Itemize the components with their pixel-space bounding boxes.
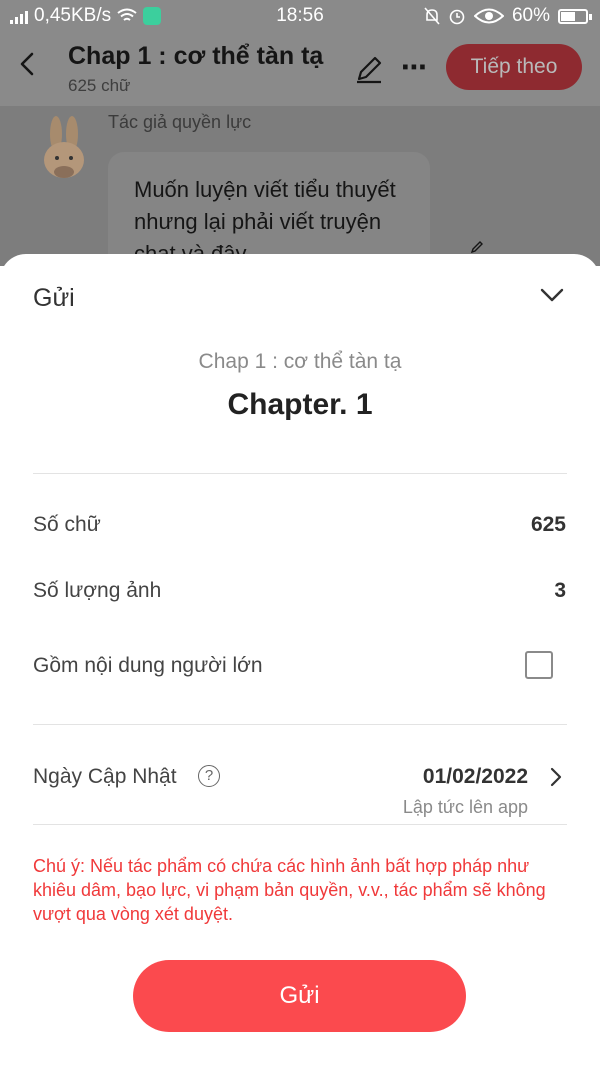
battery-percent: 60% <box>511 5 550 26</box>
eye-icon <box>473 8 504 24</box>
next-button[interactable]: Tiếp theo <box>446 44 582 90</box>
chevron-right-icon[interactable] <box>547 766 565 788</box>
submit-button[interactable]: Gửi <box>133 960 466 1032</box>
update-date-label: Ngày Cập Nhật <box>33 765 177 788</box>
status-bar: 0,45KB/s 18:56 60% <box>0 0 600 32</box>
divider <box>33 473 567 474</box>
help-icon[interactable]: ? <box>198 765 220 787</box>
author-avatar <box>44 116 84 178</box>
chapter-name: Chapter. 1 <box>227 388 373 421</box>
alarm-icon <box>449 9 465 25</box>
word-count-value: 625 <box>530 513 566 536</box>
chapter-title: Chap 1 : cơ thể tàn tạ <box>68 42 324 70</box>
author-name: Tác giả quyền lực <box>108 112 252 132</box>
image-count-value: 3 <box>554 579 566 602</box>
more-options-icon[interactable]: ⋯ <box>401 52 428 83</box>
edit-pencil-icon[interactable] <box>354 54 384 84</box>
battery-icon <box>558 8 592 24</box>
chevron-down-icon[interactable] <box>539 282 565 308</box>
chat-background: Tác giả quyền lực Muốn luyện viết tiểu t… <box>0 106 600 282</box>
submit-sheet: Gửi Chap 1 : cơ thể tàn tạ Chapter. 1 Số… <box>0 254 600 1067</box>
image-count-label: Số lượng ảnh <box>33 579 162 602</box>
mute-bell-icon <box>424 7 440 25</box>
word-count-label: 625 chữ <box>68 76 131 95</box>
adult-content-label: Gồm nội dung người lớn <box>33 654 263 677</box>
app-bar: Chap 1 : cơ thể tàn tạ 625 chữ ⋯ Tiếp th… <box>0 32 600 106</box>
warning-text: Chú ý: Nếu tác phẩm có chứa các hình ảnh… <box>33 856 546 924</box>
adult-content-checkbox[interactable] <box>525 651 553 679</box>
divider <box>33 724 567 725</box>
divider <box>33 824 567 825</box>
back-arrow-icon[interactable] <box>14 50 42 78</box>
pen-icon <box>470 241 483 254</box>
update-date-note: Lập tức lên app <box>402 797 528 817</box>
update-date-value[interactable]: 01/02/2022 <box>423 765 528 789</box>
status-right: 60% <box>424 5 592 27</box>
word-count-row-label: Số chữ <box>33 513 101 536</box>
sheet-title: Gửi <box>33 284 75 312</box>
chapter-subtitle: Chap 1 : cơ thể tàn tạ <box>198 350 402 373</box>
